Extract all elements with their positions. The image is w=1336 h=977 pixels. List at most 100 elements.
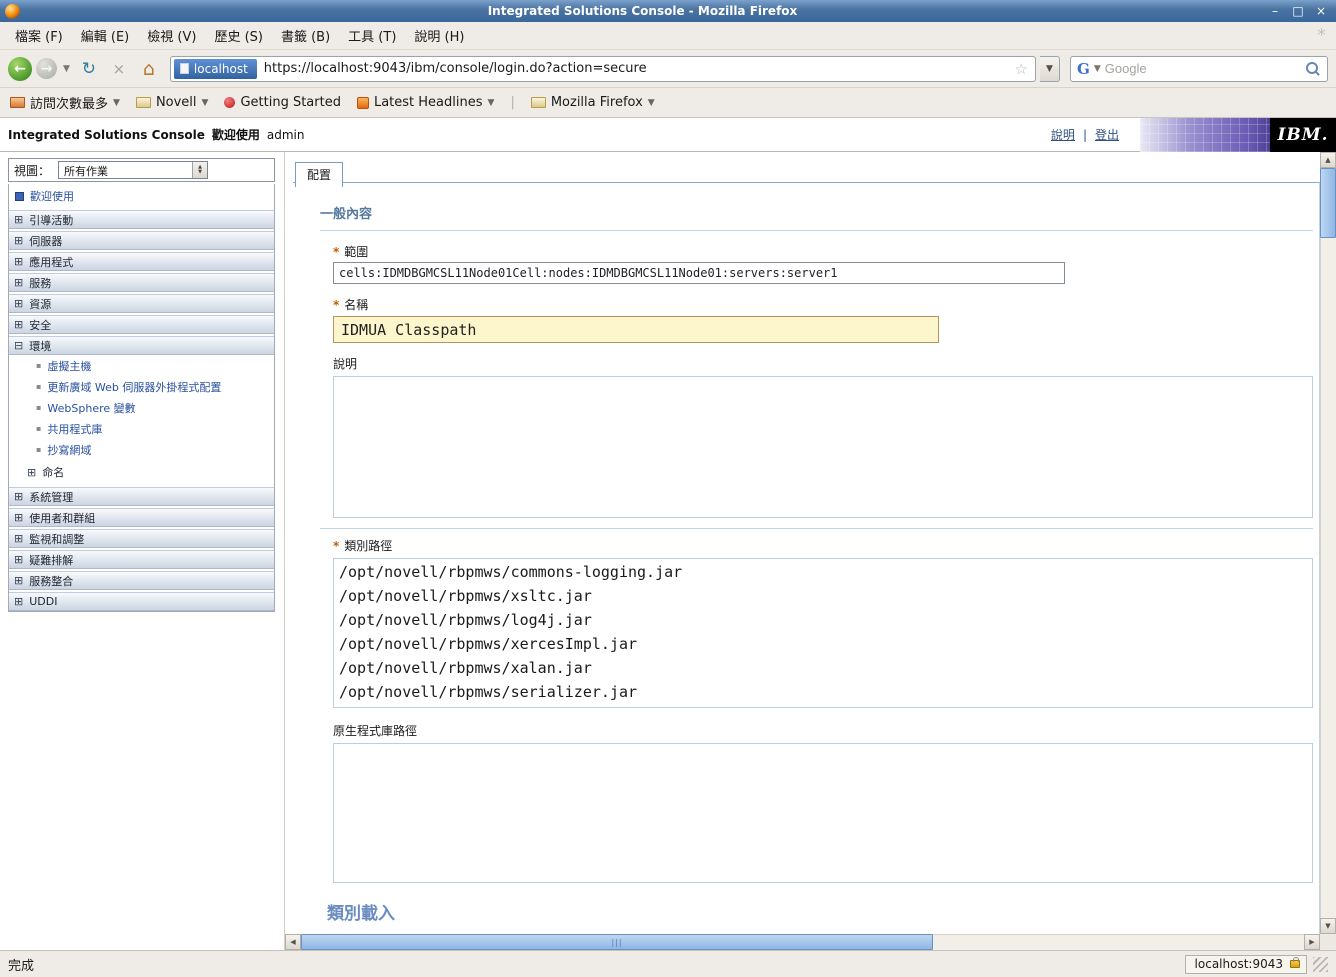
main-panel: 配置 一般內容 * 範圍 * 名稱 說明 xyxy=(285,152,1336,950)
sidebar-group-environment[interactable]: ⊟ 環境 xyxy=(9,336,274,355)
expand-icon[interactable]: ⊞ xyxy=(14,298,23,309)
horizontal-scroll-thumb[interactable]: ||| xyxy=(301,934,933,950)
bullet-icon: ▪ xyxy=(36,446,41,454)
navigation-sidebar: 視圖： 所有作業 ▲ ▼ 歡迎使用 ⊞ 引導活動 xyxy=(0,152,285,950)
sidebar-group-service-integration[interactable]: ⊞ 服務整合 xyxy=(9,571,274,590)
name-field[interactable] xyxy=(333,316,939,343)
expand-icon[interactable]: ⊞ xyxy=(27,467,36,478)
welcome-icon xyxy=(15,192,24,201)
description-field[interactable] xyxy=(333,376,1313,518)
bookmark-latest-headlines[interactable]: Latest Headlines ▼ xyxy=(357,95,494,110)
back-button[interactable]: ← xyxy=(8,57,32,81)
expand-icon[interactable]: ⊞ xyxy=(14,277,23,288)
expand-icon[interactable]: ⊞ xyxy=(14,596,23,607)
sidebar-group-uddi[interactable]: ⊞ UDDI xyxy=(9,592,274,611)
resize-grip[interactable] xyxy=(1313,957,1328,972)
logout-link[interactable]: 登出 xyxy=(1095,126,1119,143)
console-username: admin xyxy=(267,128,305,142)
folder-icon xyxy=(10,97,25,108)
stop-button[interactable]: × xyxy=(106,56,132,82)
sidebar-group-servers[interactable]: ⊞ 伺服器 xyxy=(9,231,274,250)
minimize-button[interactable]: – xyxy=(1265,3,1285,19)
sidebar-group-troubleshooting[interactable]: ⊞ 疑難排解 xyxy=(9,550,274,569)
native-library-path-label: 原生程式庫路徑 xyxy=(333,722,417,739)
expand-icon[interactable]: ⊞ xyxy=(14,491,23,502)
sidebar-item-welcome[interactable]: 歡迎使用 xyxy=(9,184,274,208)
scroll-up-button[interactable]: ▲ xyxy=(1320,152,1336,168)
url-text[interactable]: https://localhost:9043/ibm/console/login… xyxy=(257,61,1011,76)
search-engine-dropdown[interactable]: ▼ xyxy=(1094,64,1101,74)
site-identity-chip[interactable]: localhost xyxy=(174,59,257,79)
menu-history[interactable]: 歷史 (S) xyxy=(205,22,272,49)
collapse-icon[interactable]: ⊟ xyxy=(14,340,23,351)
expand-icon[interactable]: ⊞ xyxy=(14,512,23,523)
menu-edit[interactable]: 編輯 (E) xyxy=(72,22,139,49)
menu-view[interactable]: 檢視 (V) xyxy=(138,22,205,49)
sidebar-item-virtual-hosts[interactable]: ▪ 虛擬主機 xyxy=(9,355,274,376)
horizontal-scrollbar[interactable]: ◀ ||| ▶ xyxy=(285,934,1320,950)
scope-field[interactable] xyxy=(333,262,1065,284)
security-host: localhost:9043 xyxy=(1195,957,1283,971)
sidebar-group-security[interactable]: ⊞ 安全 xyxy=(9,315,274,334)
vertical-scrollbar[interactable]: ▲ ▼ xyxy=(1320,152,1336,934)
sidebar-group-monitoring-and-tuning[interactable]: ⊞ 監視和調整 xyxy=(9,529,274,548)
section-divider xyxy=(320,528,1313,529)
scroll-down-button[interactable]: ▼ xyxy=(1320,918,1336,934)
sidebar-item-shared-libraries[interactable]: ▪ 共用程式庫 xyxy=(9,418,274,439)
link-separator: | xyxy=(1083,128,1087,142)
bookmark-novell[interactable]: Novell ▼ xyxy=(136,95,209,110)
search-box[interactable]: G ▼ xyxy=(1070,56,1328,82)
close-button[interactable]: × xyxy=(1311,3,1331,19)
search-input[interactable] xyxy=(1105,61,1302,76)
menu-tools[interactable]: 工具 (T) xyxy=(339,22,405,49)
menu-bookmarks[interactable]: 書籤 (B) xyxy=(272,22,339,49)
view-combobox[interactable]: 所有作業 ▲ ▼ xyxy=(58,161,208,179)
help-link[interactable]: 說明 xyxy=(1051,126,1075,143)
dropdown-icon: ▼ xyxy=(113,98,120,108)
menu-help[interactable]: 說明 (H) xyxy=(405,22,473,49)
scroll-left-button[interactable]: ◀ xyxy=(285,934,301,950)
expand-icon[interactable]: ⊞ xyxy=(14,575,23,586)
bookmark-mozilla-firefox[interactable]: Mozilla Firefox ▼ xyxy=(531,95,655,110)
expand-icon[interactable]: ⊞ xyxy=(14,533,23,544)
history-chevron-icon[interactable]: ▼ xyxy=(61,64,72,74)
scroll-right-button[interactable]: ▶ xyxy=(1304,934,1320,950)
expand-icon[interactable]: ⊞ xyxy=(14,319,23,330)
expand-icon[interactable]: ⊞ xyxy=(14,214,23,225)
sidebar-group-applications[interactable]: ⊞ 應用程式 xyxy=(9,252,274,271)
sidebar-group-guided-activities[interactable]: ⊞ 引導活動 xyxy=(9,210,274,229)
getting-started-icon xyxy=(224,97,235,108)
sidebar-item-websphere-variables[interactable]: ▪ WebSphere 變數 xyxy=(9,397,274,418)
vertical-scroll-thumb[interactable] xyxy=(1320,168,1336,238)
sidebar-group-resources[interactable]: ⊞ 資源 xyxy=(9,294,274,313)
expand-icon[interactable]: ⊞ xyxy=(14,235,23,246)
url-history-dropdown[interactable]: ▼ xyxy=(1040,56,1060,82)
search-magnifier-icon[interactable] xyxy=(1306,61,1321,76)
forward-button[interactable]: → xyxy=(36,58,57,79)
security-indicator[interactable]: localhost:9043 xyxy=(1185,955,1307,974)
bookmark-star-icon[interactable]: ☆ xyxy=(1011,60,1032,78)
sidebar-item-replication-domains[interactable]: ▪ 抄寫網域 xyxy=(9,439,274,460)
sidebar-group-system-administration[interactable]: ⊞ 系統管理 xyxy=(9,487,274,506)
classpath-field[interactable]: /opt/novell/rbpmws/commons-logging.jar /… xyxy=(333,558,1313,708)
expand-icon[interactable]: ⊞ xyxy=(14,256,23,267)
expand-icon[interactable]: ⊞ xyxy=(14,554,23,565)
bookmark-most-visited[interactable]: 訪問次數最多 ▼ xyxy=(10,93,120,112)
home-button[interactable]: ⌂ xyxy=(136,56,162,82)
combobox-spinner[interactable]: ▲ ▼ xyxy=(192,162,207,178)
bullet-icon: ▪ xyxy=(36,425,41,433)
bookmark-getting-started[interactable]: Getting Started xyxy=(224,95,341,110)
sidebar-group-services[interactable]: ⊞ 服務 xyxy=(9,273,274,292)
tab-configuration[interactable]: 配置 xyxy=(295,162,343,187)
reload-button[interactable]: ↻ xyxy=(76,56,102,82)
classpath-label: 類別路徑 xyxy=(344,537,392,554)
sidebar-item-update-web-server-plugin[interactable]: ▪ 更新廣域 Web 伺服器外掛程式配置 xyxy=(9,376,274,397)
sidebar-group-users-and-groups[interactable]: ⊞ 使用者和群組 xyxy=(9,508,274,527)
maximize-button[interactable]: □ xyxy=(1288,3,1308,19)
native-library-path-field[interactable] xyxy=(333,743,1313,883)
sidebar-group-naming[interactable]: ⊞ 命名 xyxy=(9,460,274,485)
menu-bar: 檔案 (F) 編輯 (E) 檢視 (V) 歷史 (S) 書籤 (B) 工具 (T… xyxy=(0,22,1336,50)
menu-file[interactable]: 檔案 (F) xyxy=(6,22,72,49)
spin-down-icon: ▼ xyxy=(198,170,202,175)
url-bar[interactable]: localhost https://localhost:9043/ibm/con… xyxy=(170,56,1036,82)
